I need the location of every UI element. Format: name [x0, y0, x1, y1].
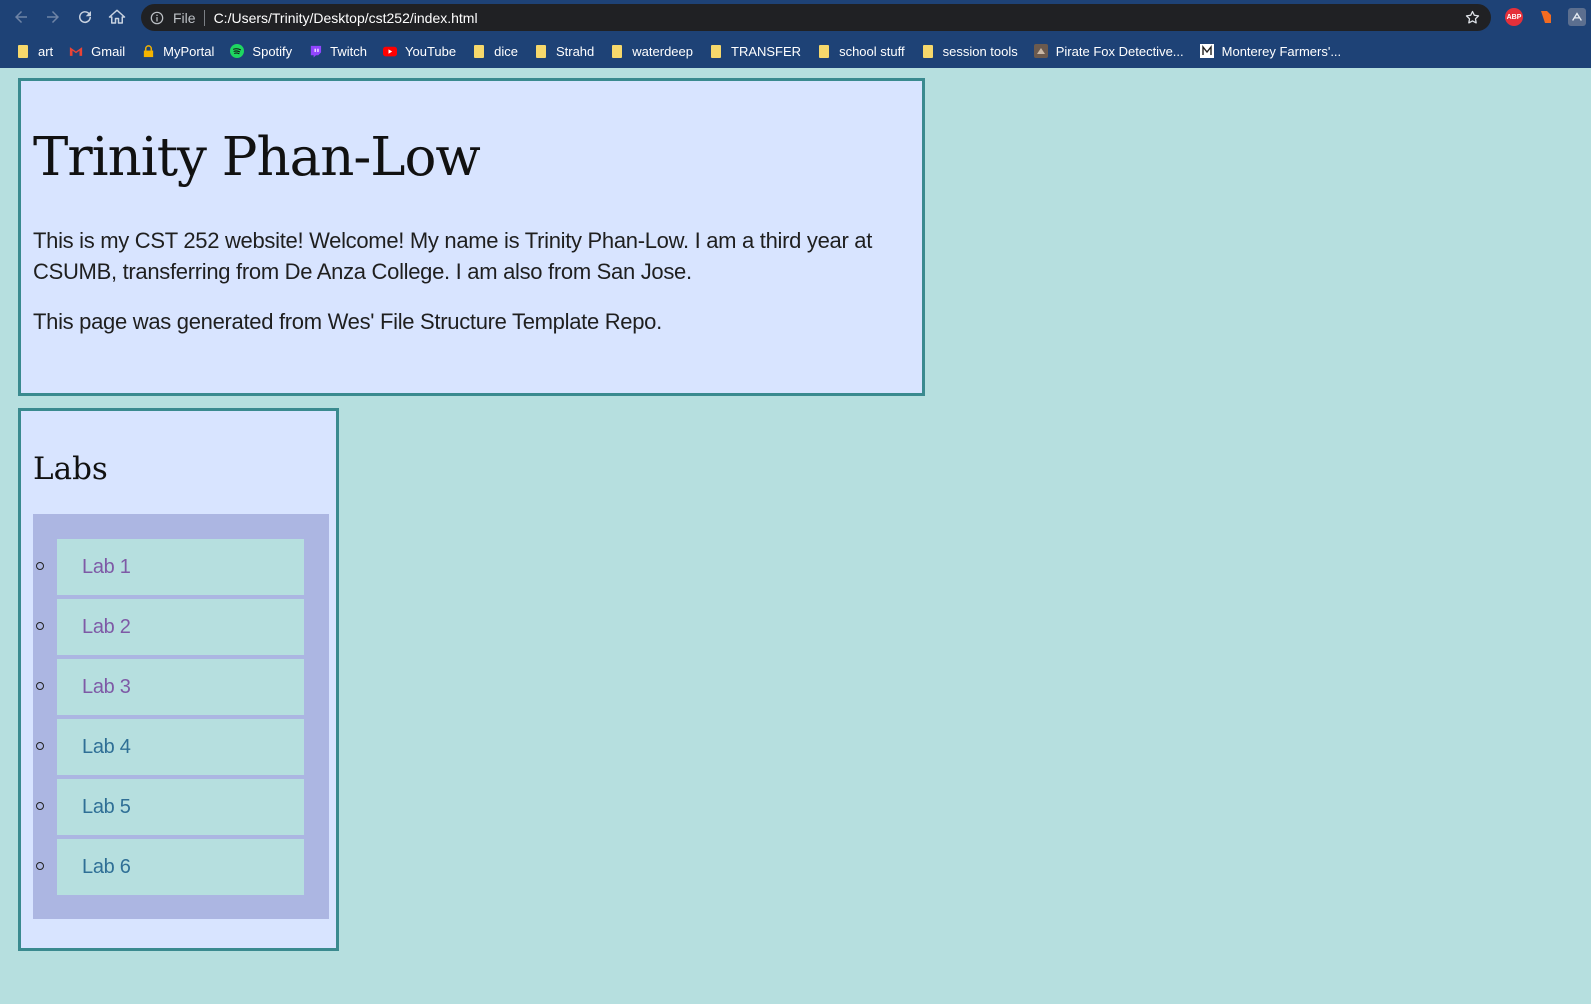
lab-link-3[interactable]: Lab 3	[82, 676, 131, 699]
bookmark-twitch[interactable]: Twitch	[300, 39, 375, 63]
bookmark-transfer[interactable]: TRANSFER	[701, 39, 809, 63]
bookmark-strahd[interactable]: Strahd	[526, 39, 602, 63]
bookmarks-bar: art Gmail MyPortal Spotify Twitch YouTub…	[0, 34, 1591, 68]
arrow-right-icon	[47, 11, 59, 23]
home-button[interactable]	[106, 6, 128, 28]
adblock-label: ABP	[1506, 13, 1522, 21]
bookmark-label: dice	[494, 43, 518, 59]
lab-link-2[interactable]: Lab 2	[82, 616, 131, 639]
bookmark-spotify[interactable]: Spotify	[222, 39, 300, 63]
bookmark-label: school stuff	[839, 43, 905, 59]
pirate-fox-icon	[1033, 44, 1048, 58]
bullet-icon	[36, 742, 44, 750]
extension-icon[interactable]	[1568, 8, 1586, 26]
lab-link-1[interactable]: Lab 1	[82, 556, 131, 579]
folder-icon	[534, 44, 548, 58]
bookmark-label: Twitch	[330, 43, 368, 59]
lab-item-6: Lab 6	[36, 839, 304, 895]
folder-icon	[610, 44, 624, 58]
arrow-left-icon	[15, 11, 27, 23]
lab-link-6[interactable]: Lab 6	[82, 856, 131, 879]
lab-item-2: Lab 2	[36, 599, 304, 655]
bookmark-star-icon[interactable]	[1464, 9, 1481, 26]
folder-icon	[921, 44, 935, 58]
bookmark-label: Monterey Farmers'...	[1221, 43, 1342, 59]
file-scheme-label: File	[173, 9, 205, 26]
spotify-icon	[230, 44, 245, 58]
bookmark-label: waterdeep	[632, 43, 693, 59]
lab-link-5[interactable]: Lab 5	[82, 796, 131, 819]
address-bar[interactable]: File C:/Users/Trinity/Desktop/cst252/ind…	[141, 4, 1491, 31]
lab-item-4: Lab 4	[36, 719, 304, 775]
lab-link-4[interactable]: Lab 4	[82, 736, 131, 759]
bookmark-label: Pirate Fox Detective...	[1055, 43, 1184, 59]
bookmark-monterey-farmers[interactable]: Monterey Farmers'...	[1192, 39, 1350, 63]
forward-button[interactable]	[42, 6, 64, 28]
bookmark-waterdeep[interactable]: waterdeep	[602, 39, 701, 63]
bullet-icon	[36, 802, 44, 810]
adblock-plus-icon[interactable]: ABP	[1505, 8, 1523, 26]
bookmark-gmail[interactable]: Gmail	[61, 39, 133, 63]
bookmark-label: Spotify	[252, 43, 293, 59]
lab-item-5: Lab 5	[36, 779, 304, 835]
youtube-icon	[383, 44, 398, 58]
bookmark-pirate-fox-detective[interactable]: Pirate Fox Detective...	[1026, 39, 1192, 63]
intro-section: Trinity Phan-Low This is my CST 252 webs…	[18, 78, 925, 396]
labs-heading: Labs	[33, 451, 108, 487]
bookmark-session-tools[interactable]: session tools	[913, 39, 1026, 63]
bookmark-myportal[interactable]: MyPortal	[133, 39, 222, 63]
folder-icon	[472, 44, 486, 58]
info-icon[interactable]	[150, 11, 164, 25]
bullet-icon	[36, 682, 44, 690]
folder-icon	[16, 44, 30, 58]
bookmark-extension-icon[interactable]	[1537, 8, 1555, 26]
back-button[interactable]	[10, 6, 32, 28]
page-title: Trinity Phan-Low	[33, 127, 481, 188]
lab-item-3: Lab 3	[36, 659, 304, 715]
bookmark-label: Gmail	[91, 43, 126, 59]
browser-toolbar: File C:/Users/Trinity/Desktop/cst252/ind…	[0, 0, 1591, 34]
monterey-icon	[1199, 44, 1214, 58]
lab-item-1: Lab 1	[36, 539, 304, 595]
labs-section: Labs Lab 1 Lab 2 Lab 3 Lab 4 Lab 5 Lab 6	[18, 408, 339, 951]
reload-button[interactable]	[74, 6, 96, 28]
folder-icon	[709, 44, 723, 58]
template-note: This page was generated from Wes' File S…	[33, 309, 662, 334]
bullet-icon	[36, 862, 44, 870]
gmail-icon	[69, 44, 83, 58]
home-icon	[108, 9, 126, 24]
bookmark-art[interactable]: art	[8, 39, 61, 63]
bookmark-label: YouTube	[405, 43, 457, 59]
bookmark-youtube[interactable]: YouTube	[375, 39, 464, 63]
reload-icon	[79, 11, 92, 24]
bookmark-label: TRANSFER	[731, 43, 802, 59]
intro-paragraph: This is my CST 252 website! Welcome! My …	[33, 228, 873, 284]
labs-list: Lab 1 Lab 2 Lab 3 Lab 4 Lab 5 Lab 6	[33, 514, 329, 919]
bookmark-school-stuff[interactable]: school stuff	[809, 39, 913, 63]
bookmark-label: MyPortal	[163, 43, 215, 59]
bookmark-label: Strahd	[555, 43, 595, 59]
bullet-icon	[36, 622, 44, 630]
bookmark-label: session tools	[942, 43, 1018, 59]
bookmark-label: art	[38, 43, 54, 59]
twitch-icon	[308, 44, 322, 58]
folder-icon	[817, 44, 831, 58]
url-text[interactable]: C:/Users/Trinity/Desktop/cst252/index.ht…	[214, 10, 478, 26]
bookmark-dice[interactable]: dice	[464, 39, 526, 63]
bullet-icon	[36, 562, 44, 570]
lock-icon	[141, 44, 155, 58]
